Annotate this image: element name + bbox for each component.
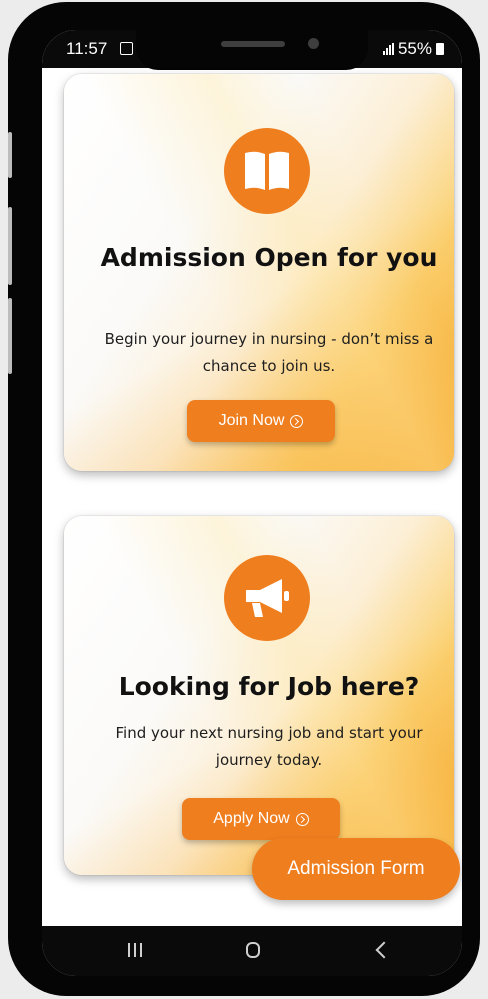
arrow-right-circle-icon xyxy=(295,812,309,826)
navigation-bar xyxy=(42,926,462,976)
back-button[interactable] xyxy=(375,941,393,959)
admission-card: Admission Open for you Begin your journe… xyxy=(64,74,454,471)
join-now-button[interactable]: Join Now xyxy=(187,400,335,442)
camera-notch xyxy=(136,30,368,70)
side-button xyxy=(8,298,12,374)
app-screen: 11:57 55% Admission Open for you Begin y… xyxy=(42,30,462,976)
front-camera xyxy=(308,38,319,49)
button-label: Join Now xyxy=(218,412,285,429)
speaker-grille xyxy=(221,41,285,47)
signal-icon xyxy=(382,43,394,55)
recent-apps-button[interactable] xyxy=(128,943,142,957)
card-title: Admission Open for you xyxy=(100,243,438,272)
book-icon xyxy=(224,128,310,214)
side-button xyxy=(8,132,12,178)
apply-now-button[interactable]: Apply Now xyxy=(182,798,340,840)
home-button[interactable] xyxy=(246,942,260,958)
battery-percent: 55% xyxy=(397,39,432,58)
battery-icon xyxy=(436,43,444,55)
status-bar: 11:57 55% xyxy=(42,30,462,70)
button-label: Apply Now xyxy=(213,810,290,827)
status-time: 11:57 xyxy=(66,39,108,58)
card-title: Looking for Job here? xyxy=(118,672,420,701)
status-indicators: 55% xyxy=(382,39,444,59)
card-description: Begin your journey in nursing - don’t mi… xyxy=(104,330,434,375)
side-button xyxy=(8,207,12,285)
admission-form-button[interactable]: Admission Form xyxy=(252,838,460,900)
card-description: Find your next nursing job and start you… xyxy=(115,724,423,769)
job-card: Looking for Job here? Find your next nur… xyxy=(64,516,454,875)
phone-frame: 11:57 55% Admission Open for you Begin y… xyxy=(8,2,480,996)
image-icon xyxy=(120,42,133,55)
arrow-right-circle-icon xyxy=(290,414,304,428)
megaphone-icon xyxy=(224,555,310,641)
